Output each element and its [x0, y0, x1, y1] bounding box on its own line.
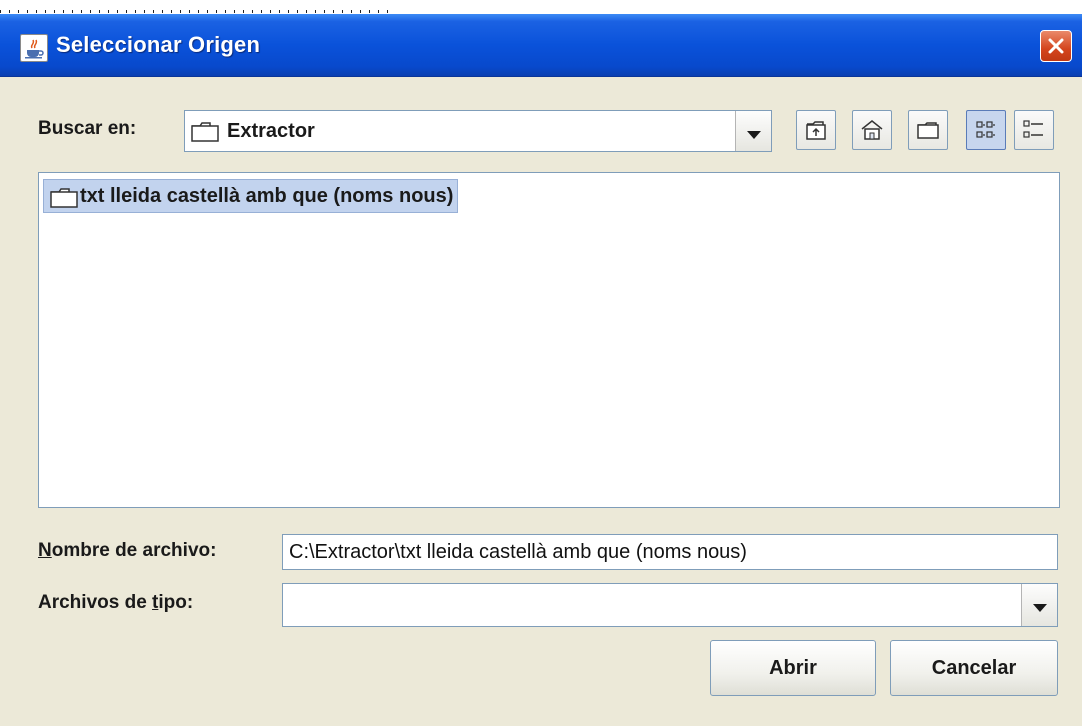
file-list[interactable]: txt lleida castellà amb que (noms nous) [38, 172, 1060, 508]
cancel-button[interactable]: Cancelar [890, 640, 1058, 696]
list-view-icon [976, 121, 995, 138]
list-item-label: txt lleida castellà amb que (noms nous) [80, 185, 454, 207]
title-bar[interactable]: Seleccionar Origen [0, 14, 1082, 77]
filetype-dropdown-button[interactable] [1021, 584, 1057, 626]
open-button[interactable]: Abrir [710, 640, 876, 696]
close-icon [1048, 38, 1064, 54]
filename-label: Nombre de archivo: [38, 540, 217, 561]
file-chooser-dialog: Seleccionar Origen Buscar en: Extractor [0, 14, 1082, 726]
filename-field[interactable]: C:\Extractor\txt lleida castellà amb que… [282, 534, 1058, 570]
details-view-button[interactable] [1014, 110, 1054, 150]
folder-icon [50, 188, 78, 208]
filetype-combo[interactable] [282, 583, 1058, 627]
new-folder-button[interactable] [908, 110, 948, 150]
folder-icon [191, 122, 219, 142]
look-in-label: Buscar en: [38, 118, 137, 139]
list-view-button[interactable] [966, 110, 1006, 150]
java-cup-icon [20, 34, 48, 62]
look-in-dropdown-button[interactable] [735, 111, 771, 151]
list-item[interactable]: txt lleida castellà amb que (noms nous) [43, 179, 459, 213]
home-button[interactable] [852, 110, 892, 150]
filetype-label: Archivos de tipo: [38, 592, 194, 613]
home-icon [861, 120, 883, 140]
details-view-icon [1023, 120, 1043, 138]
new-folder-icon [917, 122, 939, 139]
window-title: Seleccionar Origen [56, 32, 261, 57]
close-button[interactable] [1040, 30, 1072, 62]
look-in-combo[interactable]: Extractor [184, 110, 772, 152]
background-window-strip [0, 0, 1082, 14]
look-in-value: Extractor [227, 120, 315, 142]
up-folder-button[interactable] [796, 110, 836, 150]
up-folder-icon [806, 121, 826, 140]
